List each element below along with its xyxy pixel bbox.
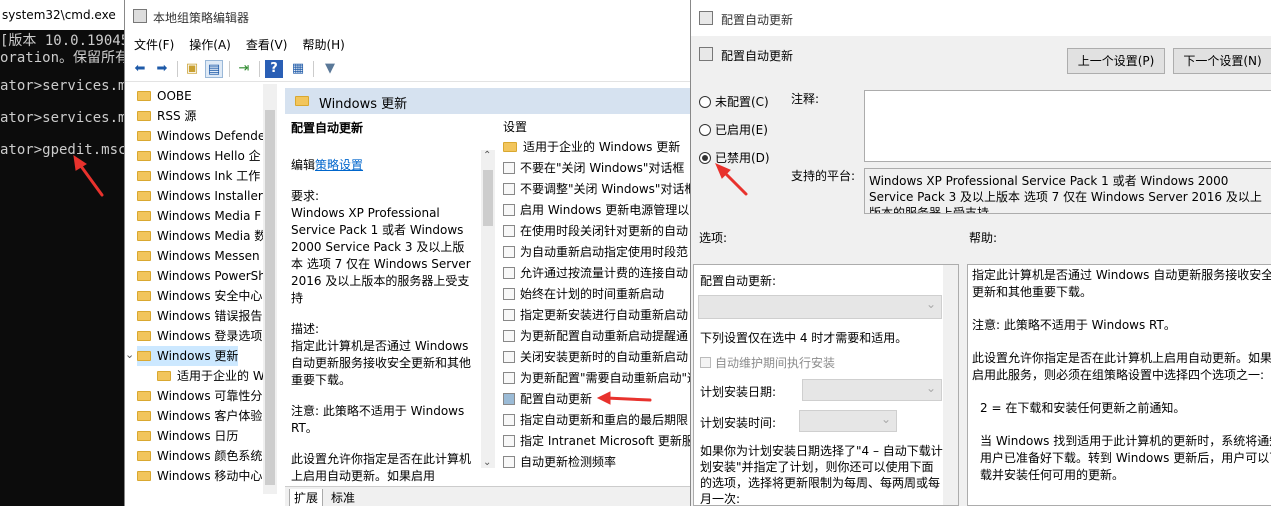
annotation-arrowhead [596, 391, 611, 405]
annotation-arrowhead [73, 154, 87, 171]
annotation-overlay [73, 154, 748, 405]
annotation-arrow-setting [604, 396, 652, 402]
